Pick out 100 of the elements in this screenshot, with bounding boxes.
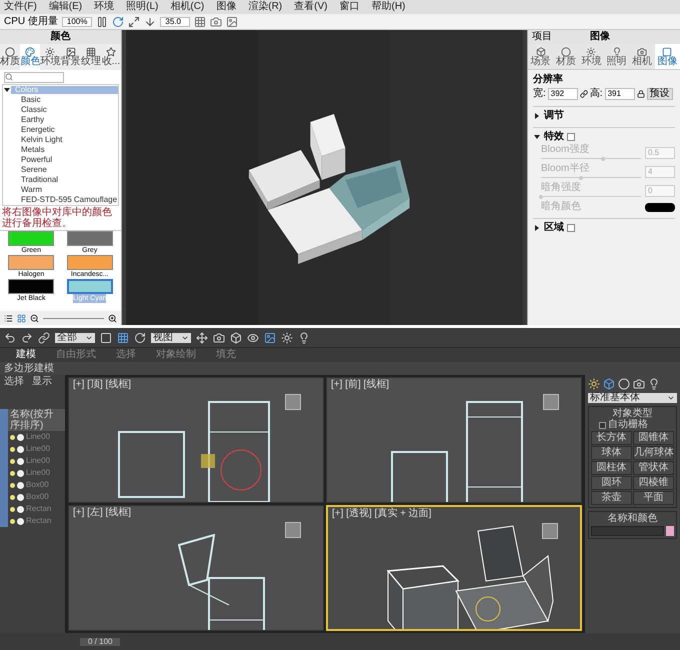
link-icon[interactable] — [580, 90, 588, 98]
primitive-button[interactable]: 平面 — [633, 491, 674, 505]
image-icon[interactable] — [264, 332, 276, 344]
light-icon[interactable] — [17, 458, 24, 464]
section-title[interactable]: 调节 — [544, 111, 564, 121]
column-header[interactable]: 名称(按升序排序) — [8, 409, 65, 431]
visibility-icon[interactable] — [10, 434, 15, 440]
sun-icon[interactable] — [588, 378, 600, 390]
pause-icon[interactable] — [96, 16, 108, 28]
visibility-icon[interactable] — [10, 458, 15, 464]
library-tab[interactable]: 颜色 — [20, 44, 40, 70]
menu-item[interactable]: 图像 — [216, 2, 236, 12]
color-swatch[interactable] — [666, 526, 674, 536]
lock-icon[interactable] — [636, 90, 645, 98]
name-field[interactable] — [591, 526, 664, 536]
library-tab[interactable]: 材质 — [0, 44, 20, 70]
rollout-title[interactable]: 对象类型 — [591, 409, 674, 419]
light-icon[interactable] — [17, 446, 24, 452]
project-tab[interactable]: 照明 — [604, 44, 630, 69]
lightbulb-icon[interactable] — [298, 332, 310, 344]
viewport-label[interactable]: [+] [左] [线框] — [73, 508, 132, 518]
checkbox[interactable] — [567, 224, 575, 232]
arrow-down-icon[interactable] — [144, 16, 156, 28]
slider-handle[interactable] — [601, 157, 605, 161]
zoom-out-icon[interactable] — [30, 314, 39, 322]
menu-item[interactable]: 窗口 — [339, 2, 360, 12]
visibility-icon[interactable] — [10, 470, 15, 476]
project-tab[interactable]: 场景 — [528, 44, 554, 69]
viewport-label[interactable]: [+] [透视] [真实 + 边面] — [332, 509, 432, 519]
tree-item[interactable]: Metals — [3, 145, 118, 155]
circle-icon[interactable] — [618, 378, 630, 390]
tree-item[interactable]: Serene — [3, 165, 118, 175]
menu-item[interactable]: 环境 — [94, 2, 114, 12]
grid-view-icon[interactable] — [17, 314, 26, 322]
search-field[interactable] — [4, 72, 64, 82]
cpu-usage-dropdown[interactable]: 100% — [62, 16, 92, 26]
grid-icon[interactable] — [194, 16, 206, 28]
library-tab[interactable]: 环境 — [40, 44, 61, 70]
tree-item[interactable]: Classic — [3, 105, 118, 115]
primitive-button[interactable]: 几何球体 — [633, 446, 674, 460]
visibility-icon[interactable] — [10, 446, 15, 452]
link-icon[interactable] — [38, 332, 50, 344]
visibility-icon[interactable] — [10, 518, 15, 524]
triangle-down-icon[interactable] — [4, 87, 10, 93]
section-title[interactable]: 区域 — [544, 223, 564, 233]
checkbox[interactable] — [599, 422, 606, 428]
preset-dropdown[interactable]: 预设 — [646, 88, 673, 100]
redo-icon[interactable] — [21, 332, 33, 344]
ribbon-tab[interactable]: 选择 — [116, 350, 136, 360]
triangle-down-icon[interactable] — [534, 134, 540, 140]
project-tab[interactable]: 图像 — [654, 44, 680, 69]
library-tab[interactable]: 背景 — [60, 44, 81, 70]
filter-dropdown[interactable]: 全部 — [55, 332, 95, 342]
tree-item[interactable]: FED-STD-595 Camouflage — [3, 195, 118, 205]
primitive-button[interactable]: 圆锥体 — [633, 431, 674, 445]
move-icon[interactable] — [196, 332, 208, 344]
menu-item[interactable]: 编辑(E) — [48, 2, 82, 12]
ribbon-tab[interactable]: 自由形式 — [56, 350, 96, 360]
color-swatch[interactable] — [8, 231, 54, 246]
zoom-in-icon[interactable] — [108, 314, 117, 322]
slider-handle[interactable] — [579, 176, 583, 180]
viewport-label[interactable]: [+] [前] [线框] — [331, 380, 390, 390]
viewport[interactable]: [+] [顶] [线框] — [68, 377, 324, 503]
refresh-icon[interactable] — [112, 16, 124, 28]
list-view-icon[interactable] — [4, 314, 13, 322]
image-icon[interactable] — [226, 16, 238, 28]
primitive-button[interactable]: 长方体 — [591, 431, 632, 445]
viewport[interactable]: [+] [前] [线框] — [326, 377, 582, 503]
library-tab[interactable]: 收... — [100, 44, 121, 70]
project-tab[interactable]: 环境 — [578, 44, 604, 69]
menu-item[interactable]: 照明(L) — [126, 2, 158, 12]
triangle-right-icon[interactable] — [534, 113, 540, 119]
light-icon[interactable] — [17, 434, 24, 440]
library-tab[interactable]: 纹理 — [80, 44, 101, 70]
light-icon[interactable] — [17, 482, 24, 488]
color-swatch[interactable] — [8, 255, 54, 270]
width-field[interactable]: 392 — [548, 88, 578, 100]
color-swatch[interactable] — [66, 255, 113, 270]
category-dropdown[interactable]: 标准基本体 — [588, 393, 677, 403]
tree-item[interactable]: Warm — [3, 185, 118, 195]
viewport-label[interactable]: [+] [顶] [线框] — [73, 380, 132, 390]
color-swatch[interactable] — [8, 279, 54, 294]
primitive-button[interactable]: 圆环 — [591, 476, 632, 490]
ribbon-tab[interactable]: 建模 — [16, 350, 36, 360]
expand-icon[interactable] — [128, 16, 140, 28]
menu-item[interactable]: 查看(V) — [294, 2, 328, 12]
cube-icon[interactable] — [603, 378, 615, 390]
visibility-icon[interactable] — [10, 506, 15, 512]
square-icon[interactable] — [100, 332, 112, 344]
viewport[interactable]: [+] [左] [线框] — [68, 505, 324, 631]
explorer-tab[interactable]: 显示 — [32, 377, 52, 387]
project-tab[interactable]: 材质 — [553, 44, 579, 69]
section-title[interactable]: 特效 — [544, 132, 564, 142]
explorer-tab[interactable]: 选择 — [4, 377, 24, 387]
menu-item[interactable]: 渲染(R) — [248, 2, 282, 12]
triangle-right-icon[interactable] — [534, 225, 540, 231]
ribbon-panel-title[interactable]: 多边形建模 — [4, 364, 54, 374]
menu-item[interactable]: 帮助(H) — [371, 2, 406, 12]
light-icon[interactable] — [17, 506, 24, 512]
light-icon[interactable] — [17, 518, 24, 524]
